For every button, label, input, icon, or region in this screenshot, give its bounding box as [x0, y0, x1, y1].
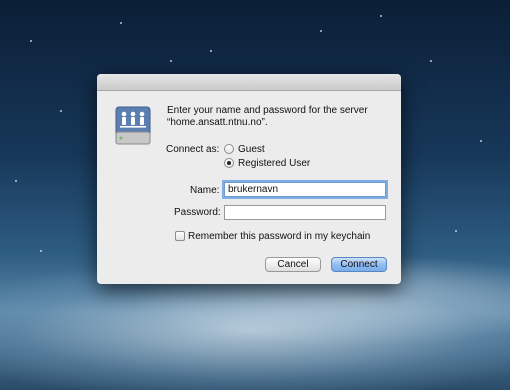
remember-password-checkbox[interactable]: [175, 231, 185, 241]
login-dialog: Enter your name and password for the ser…: [97, 74, 401, 284]
password-label: Password:: [174, 207, 221, 218]
dialog-titlebar: [97, 74, 401, 91]
network-server-icon: [115, 106, 151, 146]
connect-as-label: Connect as:: [166, 144, 220, 155]
name-label: Name:: [190, 185, 220, 196]
cancel-button[interactable]: Cancel: [265, 257, 321, 272]
radio-guest-label[interactable]: Guest: [238, 144, 265, 155]
connect-button[interactable]: Connect: [331, 257, 387, 272]
radio-registered-user[interactable]: [224, 158, 234, 168]
radio-guest[interactable]: [224, 144, 234, 154]
radio-registered-user-label[interactable]: Registered User: [238, 158, 310, 169]
dialog-message: Enter your name and password for the ser…: [167, 105, 368, 128]
remember-password-label[interactable]: Remember this password in my keychain: [188, 231, 370, 242]
name-field[interactable]: brukernavn: [224, 182, 386, 197]
password-field[interactable]: [224, 205, 386, 220]
